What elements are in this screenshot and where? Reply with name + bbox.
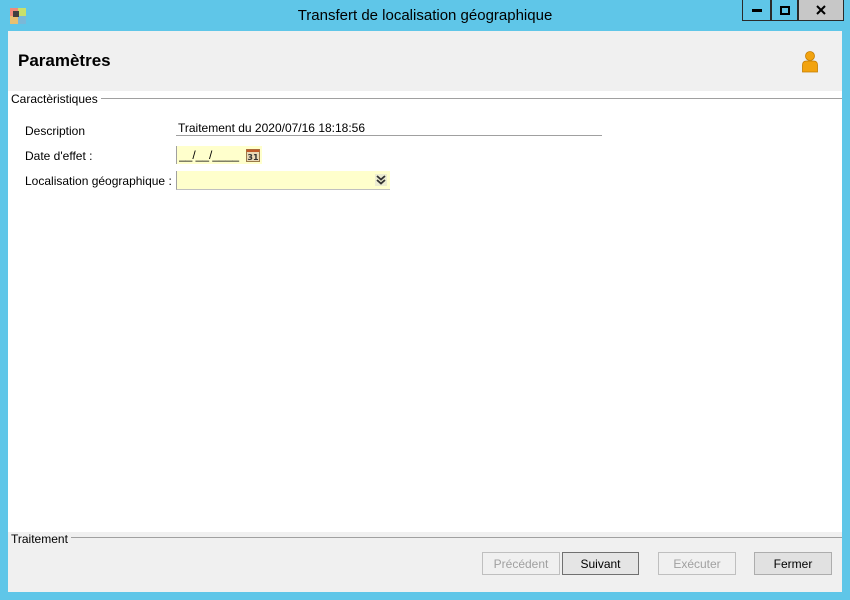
client-area: Paramètres Caractèristiques Description … — [8, 31, 842, 592]
description-input[interactable] — [176, 120, 602, 136]
maximize-button[interactable] — [771, 0, 798, 21]
execute-button[interactable]: Exécuter — [658, 552, 736, 575]
maximize-icon — [779, 5, 790, 15]
close-icon — [816, 5, 826, 15]
window-title: Transfert de localisation géographique — [297, 7, 553, 24]
processing-divider — [66, 537, 842, 538]
minimize-icon — [751, 9, 762, 12]
minimize-button[interactable] — [742, 0, 771, 21]
close-button[interactable]: Fermer — [754, 552, 832, 575]
close-window-button[interactable] — [798, 0, 844, 21]
effective-date-input[interactable] — [176, 146, 244, 164]
page-header: Paramètres — [8, 31, 842, 91]
location-dropdown-button[interactable] — [374, 173, 388, 187]
title-bar[interactable]: Transfert de localisation géographique — [0, 0, 850, 31]
calendar-icon: 31 — [246, 148, 260, 162]
page-title: Paramètres — [18, 51, 111, 70]
double-chevron-down-icon — [375, 174, 387, 186]
calendar-day: 31 — [247, 153, 259, 162]
processing-group-label: Traitement — [11, 532, 71, 546]
next-button[interactable]: Suivant — [562, 552, 639, 575]
characteristics-divider — [92, 98, 842, 99]
user-icon[interactable] — [801, 51, 819, 73]
previous-button[interactable]: Précédent — [482, 552, 560, 575]
characteristics-group-label: Caractèristiques — [11, 92, 101, 106]
calendar-button[interactable]: 31 — [244, 146, 262, 164]
location-label: Localisation géographique : — [25, 174, 172, 188]
effective-date-label: Date d'effet : — [25, 149, 93, 163]
app-window: Transfert de localisation géographique P… — [0, 0, 850, 600]
location-select[interactable] — [176, 171, 390, 190]
description-label: Description — [25, 124, 86, 138]
